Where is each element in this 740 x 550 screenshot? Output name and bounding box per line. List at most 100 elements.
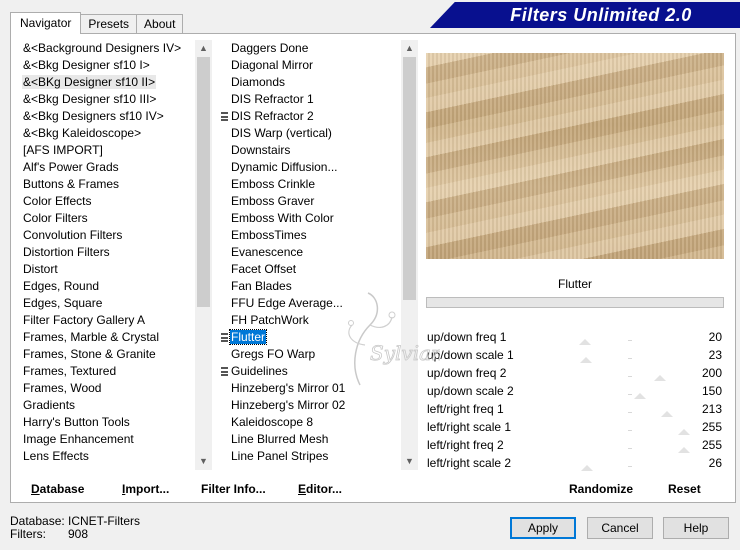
scroll-thumb[interactable] [403, 57, 416, 300]
tab-navigator[interactable]: Navigator [10, 12, 82, 34]
filter-item[interactable]: Downstairs [230, 142, 400, 159]
category-label: [AFS IMPORT] [23, 143, 103, 157]
category-item[interactable]: Lens Effects [22, 448, 194, 465]
category-item[interactable]: Frames, Wood [22, 380, 194, 397]
slider-track[interactable] [576, 430, 684, 431]
scroll-down-icon[interactable]: ▼ [401, 453, 418, 470]
import-button[interactable]: Import... [122, 480, 169, 498]
category-item[interactable]: Frames, Textured [22, 363, 194, 380]
category-item[interactable]: Gradients [22, 397, 194, 414]
category-item[interactable]: Alf's Power Grads [22, 159, 194, 176]
category-label: Frames, Textured [23, 364, 117, 378]
filter-item[interactable]: Emboss With Color [230, 210, 400, 227]
filter-item[interactable]: Diagonal Mirror [230, 57, 400, 74]
tab-about[interactable]: About [136, 14, 184, 34]
filter-item[interactable]: Daggers Done [230, 40, 400, 57]
filter-item[interactable]: Evanescence [230, 244, 400, 261]
filter-item[interactable]: Emboss Crinkle [230, 176, 400, 193]
help-button[interactable]: Help [663, 517, 729, 539]
filter-item[interactable]: FH PatchWork [230, 312, 400, 329]
category-item[interactable]: Image Enhancement [22, 431, 194, 448]
slider-thumb-icon[interactable] [654, 375, 667, 381]
category-label: Frames, Wood [23, 381, 102, 395]
slider-thumb-icon[interactable] [678, 447, 690, 453]
category-label: &<Bkg Designer sf10 III> [23, 92, 157, 106]
parameter-slider[interactable]: up/down freq 1 20 [426, 328, 724, 346]
category-item[interactable]: Edges, Round [22, 278, 194, 295]
category-item[interactable]: Convolution Filters [22, 227, 194, 244]
randomize-button[interactable]: Randomize [569, 480, 633, 498]
slider-thumb-icon[interactable] [579, 357, 592, 363]
slider-thumb-icon[interactable] [660, 411, 673, 417]
category-item[interactable]: Harry's Button Tools [22, 414, 194, 431]
scroll-thumb[interactable] [197, 57, 210, 307]
category-item[interactable]: Frames, Marble & Crystal [22, 329, 194, 346]
category-item[interactable]: &<Background Designers IV> [22, 40, 194, 57]
category-item[interactable]: Distortion Filters [22, 244, 194, 261]
category-scrollbar[interactable]: ▲ ▼ [195, 40, 212, 470]
slider-track[interactable] [576, 358, 684, 359]
parameter-slider[interactable]: left/right scale 2 26 [426, 454, 724, 472]
slider-track[interactable] [576, 340, 684, 341]
category-item[interactable]: Frames, Stone & Granite [22, 346, 194, 363]
filter-label: Guidelines [231, 364, 288, 378]
filter-item[interactable]: Line Panel Stripes [230, 448, 400, 465]
filter-item[interactable]: Kaleidoscope 8 [230, 414, 400, 431]
filter-item[interactable]: Guidelines [221, 363, 400, 380]
parameter-slider[interactable]: up/down scale 1 23 [426, 346, 724, 364]
parameter-slider[interactable]: left/right freq 2 255 [426, 436, 724, 454]
slider-track[interactable] [576, 448, 684, 449]
category-item[interactable]: Distort [22, 261, 194, 278]
category-item[interactable]: &<Bkg Designer sf10 I> [22, 57, 194, 74]
filter-item[interactable]: DIS Refractor 1 [230, 91, 400, 108]
filter-item[interactable]: Hinzeberg's Mirror 02 [230, 397, 400, 414]
filter-list[interactable]: Daggers Done Diagonal Mirror Diamonds DIS R… [221, 40, 400, 470]
category-item[interactable]: Color Effects [22, 193, 194, 210]
slider-track[interactable] [576, 394, 684, 395]
filter-info-button[interactable]: Filter Info... [201, 480, 266, 498]
category-item[interactable]: Edges, Square [22, 295, 194, 312]
filter-item[interactable]: Facet Offset [230, 261, 400, 278]
apply-button[interactable]: Apply [510, 517, 576, 539]
category-item[interactable]: &<Bkg Kaleidoscope> [22, 125, 194, 142]
filter-scrollbar[interactable]: ▲ ▼ [401, 40, 418, 470]
parameter-slider[interactable]: up/down freq 2 200 [426, 364, 724, 382]
filter-item[interactable]: FFU Edge Average... [230, 295, 400, 312]
slider-thumb-icon[interactable] [678, 429, 690, 435]
filter-item[interactable]: DIS Refractor 2 [221, 108, 400, 125]
category-item[interactable]: Buttons & Frames [22, 176, 194, 193]
editor-button[interactable]: Editor... [298, 480, 342, 498]
parameter-slider[interactable]: left/right scale 1 255 [426, 418, 724, 436]
slider-thumb-icon[interactable] [580, 465, 593, 471]
slider-thumb-icon[interactable] [578, 339, 591, 345]
filter-item[interactable]: Emboss Graver [230, 193, 400, 210]
filter-item[interactable]: Hinzeberg's Mirror 01 [230, 380, 400, 397]
filter-item[interactable]: EmbossTimes [230, 227, 400, 244]
filter-item[interactable]: Diamonds [230, 74, 400, 91]
filter-item[interactable]: Flutter [221, 329, 400, 346]
reset-button[interactable]: Reset [668, 480, 701, 498]
filter-item[interactable]: DIS Warp (vertical) [230, 125, 400, 142]
category-item[interactable]: Color Filters [22, 210, 194, 227]
scroll-down-icon[interactable]: ▼ [195, 453, 212, 470]
category-item[interactable]: [AFS IMPORT] [22, 142, 194, 159]
cancel-button[interactable]: Cancel [587, 517, 653, 539]
category-list[interactable]: &<Background Designers IV> &<Bkg Designer… [22, 40, 194, 470]
filter-item[interactable]: Dynamic Diffusion... [230, 159, 400, 176]
scroll-up-icon[interactable]: ▲ [195, 40, 212, 57]
slider-thumb-icon[interactable] [633, 393, 646, 399]
filter-item[interactable]: Gregs FO Warp [230, 346, 400, 363]
filter-item[interactable]: Line Blurred Mesh [230, 431, 400, 448]
scroll-up-icon[interactable]: ▲ [401, 40, 418, 57]
tab-presets[interactable]: Presets [80, 14, 138, 34]
category-item[interactable]: &<Bkg Designers sf10 IV> [22, 108, 194, 125]
category-item[interactable]: Filter Factory Gallery A [22, 312, 194, 329]
filter-item[interactable]: Fan Blades [230, 278, 400, 295]
slider-track[interactable] [576, 376, 684, 377]
database-button[interactable]: Database [31, 480, 84, 498]
database-value: ICNET-Filters [68, 514, 140, 528]
category-item[interactable]: &<Bkg Designer sf10 III> [22, 91, 194, 108]
parameter-slider[interactable]: up/down scale 2 150 [426, 382, 724, 400]
category-item[interactable]: &<BKg Designer sf10 II> [22, 74, 194, 91]
parameter-slider[interactable]: left/right freq 1 213 [426, 400, 724, 418]
